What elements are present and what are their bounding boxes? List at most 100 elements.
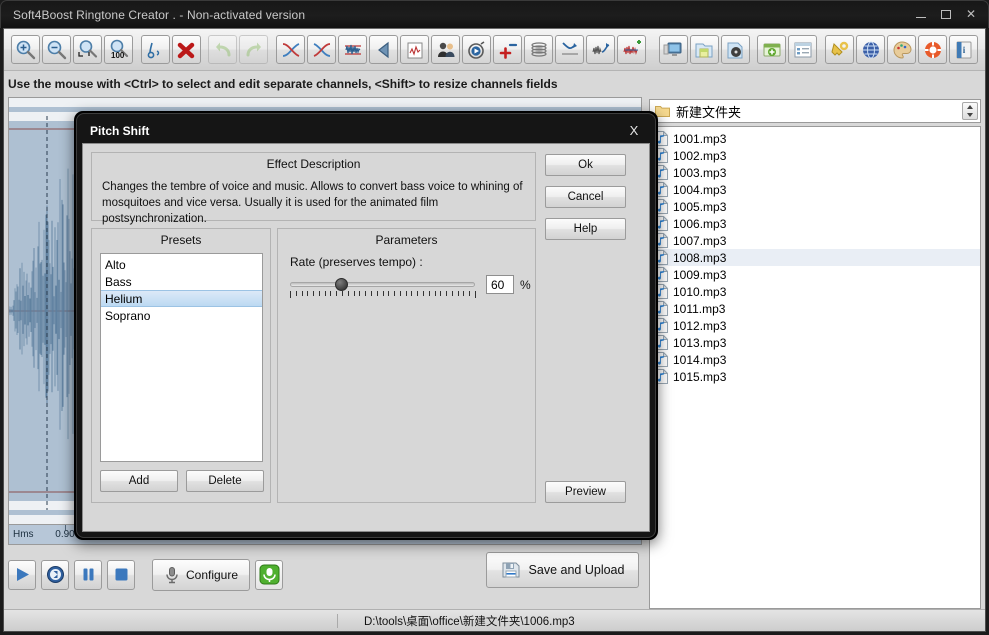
fade-out-icon[interactable] (307, 35, 337, 64)
list-item[interactable]: 1006.mp3 (650, 215, 980, 232)
file-name: 1001.mp3 (673, 131, 727, 146)
plus-minus-icon[interactable] (493, 35, 523, 64)
settings-palette-icon[interactable] (887, 35, 916, 64)
lifering-icon[interactable] (918, 35, 947, 64)
percent-sign: % (520, 278, 531, 292)
folder-spinner[interactable] (962, 102, 978, 120)
zoom-in-icon[interactable] (11, 35, 40, 64)
zoom-selection-icon[interactable] (73, 35, 102, 64)
slider-tick (440, 291, 441, 296)
rate-slider-thumb[interactable] (335, 278, 348, 291)
zoom-out-icon[interactable] (42, 35, 71, 64)
playlist-icon[interactable] (788, 35, 818, 64)
ok-button[interactable]: Ok (545, 154, 626, 176)
minimize-button[interactable] (913, 5, 929, 23)
voice-icon[interactable] (431, 35, 461, 64)
save-and-upload-label: Save and Upload (528, 563, 625, 577)
slider-tick (371, 291, 372, 296)
preset-item[interactable]: Bass (101, 273, 262, 290)
list-item[interactable]: 1007.mp3 (650, 232, 980, 249)
dialog-title-bar[interactable]: Pitch Shift X (82, 119, 650, 143)
close-button[interactable]: ✕ (963, 5, 979, 23)
list-item[interactable]: 1009.mp3 (650, 266, 980, 283)
cancel-button[interactable]: Cancel (545, 186, 626, 208)
invert-icon[interactable] (369, 35, 399, 64)
add-media-icon[interactable] (757, 35, 787, 64)
list-item[interactable]: 1001.mp3 (650, 130, 980, 147)
preset-item[interactable]: Helium (101, 290, 262, 307)
list-item[interactable]: 1005.mp3 (650, 198, 980, 215)
list-item[interactable]: 1003.mp3 (650, 164, 980, 181)
svg-text:100: 100 (111, 51, 125, 60)
rate-value-input[interactable]: 60 (486, 275, 514, 294)
list-item[interactable]: 1012.mp3 (650, 317, 980, 334)
undo-icon[interactable] (208, 35, 238, 64)
equalizer-icon[interactable] (400, 35, 430, 64)
application-window: Soft4Boost Ringtone Creator . - Non-acti… (0, 0, 989, 635)
record-button[interactable] (255, 559, 283, 590)
key-icon[interactable] (825, 35, 854, 64)
slider-tick (319, 291, 320, 296)
status-bar: D:\tools\桌面\office\新建文件夹\1006.mp3 (4, 609, 985, 631)
info-icon[interactable]: i (949, 35, 978, 64)
delete-preset-button[interactable]: Delete (186, 470, 264, 492)
list-item[interactable]: 1015.mp3 (650, 368, 980, 385)
timeline-tick-mark (65, 525, 66, 530)
toolbar-group-help: i (824, 35, 979, 64)
presets-list[interactable]: Alto Bass Helium Soprano (100, 253, 263, 462)
delete-icon[interactable] (171, 35, 201, 64)
slider-tick (348, 291, 349, 296)
window-controls: ✕ (913, 5, 979, 23)
rate-slider-track[interactable] (290, 282, 475, 287)
fade-in-icon[interactable] (276, 35, 306, 64)
pause-button[interactable] (74, 559, 102, 590)
file-browser-pane: 新建文件夹 1001.mp3 1002.mp3 1003.mp3 1004.mp3 10… (649, 97, 981, 609)
internet-icon[interactable] (856, 35, 885, 64)
configure-button[interactable]: Configure (152, 558, 250, 591)
list-item[interactable]: 1008.mp3 (650, 249, 980, 266)
play-button[interactable] (8, 559, 36, 590)
file-list[interactable]: 1001.mp3 1002.mp3 1003.mp3 1004.mp3 1005.mp3… (649, 126, 981, 609)
help-button[interactable]: Help (545, 218, 626, 240)
dialog-title: Pitch Shift (90, 124, 150, 138)
minimize-icon (916, 17, 926, 18)
play-selection-button[interactable] (41, 559, 69, 590)
save-and-upload-button[interactable]: Save and Upload (486, 552, 639, 588)
add-preset-button[interactable]: Add (100, 470, 178, 492)
maximize-button[interactable] (938, 5, 954, 23)
slider-tick (325, 291, 326, 296)
list-item[interactable]: 1002.mp3 (650, 147, 980, 164)
folder-name: 新建文件夹 (676, 104, 742, 120)
disc-icon[interactable] (720, 35, 750, 64)
flanger-icon[interactable] (555, 35, 585, 64)
list-item[interactable]: 1004.mp3 (650, 181, 980, 198)
slider-tick (411, 291, 412, 296)
folder-combo[interactable]: 新建文件夹 (649, 99, 981, 123)
zoom-100-icon[interactable]: 100 (104, 35, 133, 64)
echo-icon[interactable] (524, 35, 554, 64)
list-item[interactable]: 1011.mp3 (650, 300, 980, 317)
list-item[interactable]: 1010.mp3 (650, 283, 980, 300)
normalize-icon[interactable] (338, 35, 368, 64)
timeline-unit-label: Hms (13, 529, 34, 540)
tempo-icon[interactable] (462, 35, 492, 64)
open-folder-icon[interactable] (689, 35, 719, 64)
toolbar-group-history (207, 35, 269, 64)
list-item[interactable]: 1014.mp3 (650, 351, 980, 368)
stop-button[interactable] (107, 559, 135, 590)
cut-icon[interactable] (140, 35, 170, 64)
dialog-close-button[interactable]: X (626, 122, 642, 138)
slider-tick (377, 291, 378, 296)
desktop-icon[interactable] (658, 35, 688, 64)
preview-button[interactable]: Preview (545, 481, 626, 503)
save-icon (502, 562, 520, 578)
list-item[interactable]: 1013.mp3 (650, 334, 980, 351)
effect-description-title: Effect Description (266, 157, 361, 171)
file-name: 1012.mp3 (673, 318, 727, 333)
redo-icon[interactable] (239, 35, 269, 64)
pitch-shift-icon[interactable] (586, 35, 616, 64)
preset-item[interactable]: Alto (101, 256, 262, 273)
preset-item[interactable]: Soprano (101, 307, 262, 324)
effects-icon[interactable] (617, 35, 647, 64)
file-name: 1008.mp3 (673, 250, 727, 265)
